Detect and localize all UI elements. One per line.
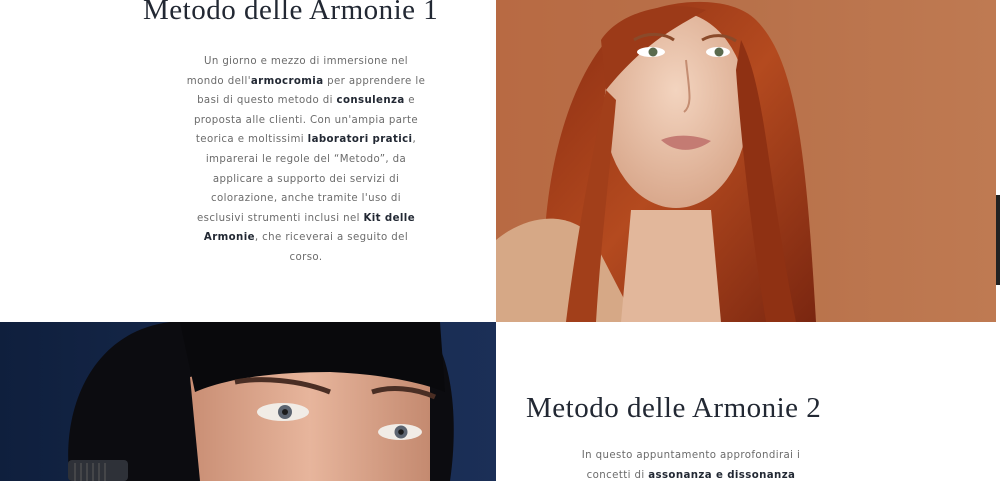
description-highlight: armocromia (250, 75, 324, 87)
portrait-dark-hair-illustration (68, 322, 454, 481)
description-text: , che riceverai a seguito del corso. (254, 232, 409, 263)
scrollbar-thumb[interactable] (996, 195, 1000, 285)
course-description-1: Un giorno e mezzo di immersione nel mond… (186, 52, 426, 268)
portrait-redhead-illustration (496, 1, 816, 322)
description-text: , imparerai le regole del “Metodo”, da a… (196, 134, 417, 224)
description-highlight: assonanza e dissonanza (648, 469, 796, 481)
course-image-dark-hair (0, 322, 496, 481)
course-title-2: Metodo delle Armonie 2 (526, 392, 822, 424)
course-text-column-1: Metodo delle Armonie 1 Un giorno e mezzo… (0, 0, 496, 322)
course-text-column-2: Metodo delle Armonie 2 In questo appunta… (496, 322, 992, 481)
description-highlight: consulenza (336, 95, 405, 107)
course-section-2: Metodo delle Armonie 2 In questo appunta… (0, 322, 1000, 481)
course-title-1: Metodo delle Armonie 1 (143, 0, 439, 26)
course-image-redhead (496, 0, 996, 322)
course-section-1: Metodo delle Armonie 1 Un giorno e mezzo… (0, 0, 1000, 322)
description-highlight: laboratori pratici (307, 134, 413, 146)
course-description-2: In questo appuntamento approfondirai i c… (562, 446, 820, 481)
